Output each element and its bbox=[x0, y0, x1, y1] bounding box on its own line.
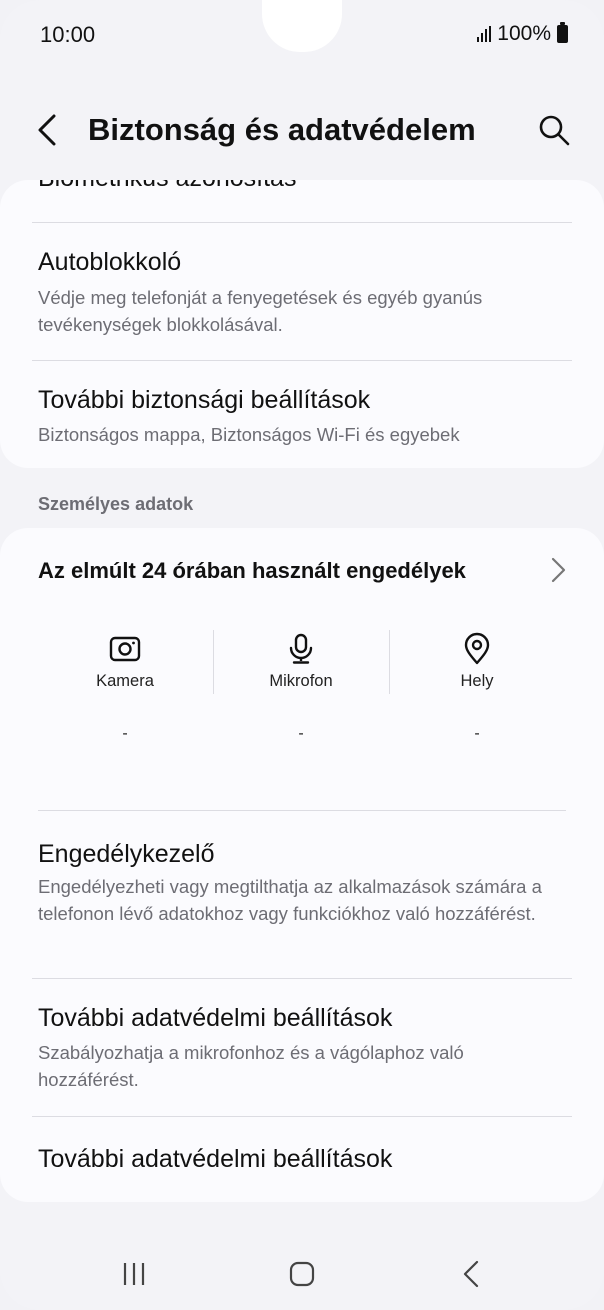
more-privacy-title: További adatvédelmi beállítások bbox=[38, 1004, 393, 1032]
permissions-used-title: Az elmúlt 24 órában használt engedélyek bbox=[38, 558, 466, 583]
camera-notch bbox=[262, 0, 342, 52]
battery-percent: 100% bbox=[497, 22, 551, 45]
navigation-bar bbox=[0, 1240, 604, 1310]
back-icon[interactable] bbox=[452, 1254, 492, 1294]
microphone-icon bbox=[289, 633, 313, 664]
divider bbox=[32, 1116, 572, 1117]
more-privacy-subtitle: Szabályozhatja a mikrofonhoz és a vágóla… bbox=[38, 1042, 464, 1090]
biometrics-item-title[interactable]: Biometrikus azonosítás bbox=[38, 180, 296, 193]
clipped-item-container: Biometrikus azonosítás bbox=[0, 180, 604, 220]
privacy-card: Az elmúlt 24 órában használt engedélyek … bbox=[0, 528, 604, 1202]
status-time: 10:00 bbox=[40, 22, 96, 47]
battery-icon bbox=[557, 22, 568, 43]
signal-icon bbox=[477, 26, 492, 42]
permission-location[interactable]: Hely - bbox=[389, 632, 565, 743]
autoblocker-title: Autoblokkoló bbox=[38, 248, 182, 276]
status-icons: 100% bbox=[477, 22, 568, 46]
chevron-right-icon bbox=[551, 557, 566, 583]
divider bbox=[32, 222, 572, 223]
permission-camera-label: Kamera bbox=[96, 672, 154, 690]
location-icon bbox=[464, 632, 490, 665]
permission-camera[interactable]: Kamera - bbox=[37, 632, 213, 743]
autoblocker-subtitle: Védje meg telefonját a fenyegetések és e… bbox=[38, 287, 483, 335]
camera-icon bbox=[109, 636, 141, 662]
divider bbox=[32, 360, 572, 361]
divider bbox=[38, 810, 566, 811]
more-security-title: További biztonsági beállítások bbox=[38, 386, 371, 414]
permission-manager-title: Engedélykezelő bbox=[38, 840, 215, 868]
security-card: Biometrikus azonosítás Autoblokkoló Védj… bbox=[0, 180, 604, 468]
permission-location-label: Hely bbox=[460, 672, 494, 690]
recents-icon[interactable] bbox=[114, 1254, 154, 1294]
permission-microphone-value: - bbox=[298, 725, 304, 742]
phone-screen: 10:00 100% Biztonság és adatvédelem Biom… bbox=[0, 0, 604, 1310]
home-icon[interactable] bbox=[282, 1254, 322, 1294]
status-bar: 10:00 100% bbox=[0, 0, 604, 70]
permission-microphone-label: Mikrofon bbox=[269, 672, 333, 690]
permission-camera-value: - bbox=[122, 725, 128, 742]
section-label-personal-data: Személyes adatok bbox=[38, 494, 194, 514]
app-header: Biztonság és adatvédelem bbox=[0, 100, 604, 160]
permission-manager-subtitle: Engedélyezheti vagy megtilthatja az alka… bbox=[38, 876, 542, 924]
permission-location-value: - bbox=[474, 725, 480, 742]
more-privacy-title-2: További adatvédelmi beállítások bbox=[38, 1145, 393, 1173]
more-security-subtitle: Biztonságos mappa, Biztonságos Wi-Fi és … bbox=[38, 424, 460, 445]
divider bbox=[32, 978, 572, 979]
page-title: Biztonság és adatvédelem bbox=[88, 112, 476, 147]
back-arrow-icon[interactable] bbox=[32, 110, 66, 150]
permission-microphone[interactable]: Mikrofon - bbox=[213, 632, 389, 743]
search-icon[interactable] bbox=[536, 112, 572, 148]
